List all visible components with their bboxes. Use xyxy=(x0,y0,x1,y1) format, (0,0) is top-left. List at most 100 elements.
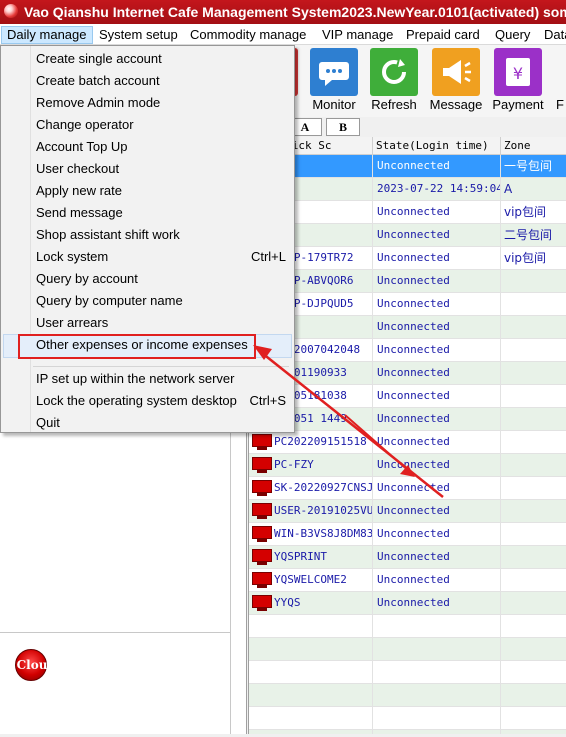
app-icon xyxy=(4,4,18,18)
menu-commodity-manage[interactable]: Commodity manage xyxy=(185,26,311,44)
menu-item-remove-admin-mode[interactable]: Remove Admin mode xyxy=(3,92,292,114)
cloud-logo[interactable]: Clou xyxy=(15,649,47,681)
menu-item-shortcut: Ctrl+S xyxy=(249,393,286,408)
menu-item-label: Create single account xyxy=(36,51,162,66)
menu-item-lock-system[interactable]: Lock system Ctrl+L xyxy=(3,246,292,268)
state-cell: Unconnected xyxy=(373,592,501,615)
menu-item-label: Query by account xyxy=(36,271,138,286)
menu-item-label: Send message xyxy=(36,205,123,220)
table-row[interactable]: YQSWELCOME2 Unconnected xyxy=(249,569,566,592)
menu-bar: Daily manage System setup Commodity mana… xyxy=(0,24,566,45)
menu-item-apply-new-rate[interactable]: Apply new rate xyxy=(3,180,292,202)
empty-row xyxy=(249,661,566,684)
state-cell: Unconnected xyxy=(373,270,501,293)
table-row[interactable]: SK-20220927CNSJ Unconnected xyxy=(249,477,566,500)
state-cell: Unconnected xyxy=(373,408,501,431)
table-row[interactable]: YYQS Unconnected xyxy=(249,592,566,615)
table-row[interactable]: PC202209151518 Unconnected xyxy=(249,431,566,454)
menu-item-create-batch-account[interactable]: Create batch account xyxy=(3,70,292,92)
menu-item-change-operator[interactable]: Change operator xyxy=(3,114,292,136)
monitor-button[interactable]: Monitor xyxy=(304,45,364,117)
table-row[interactable]: USER-20191025VU Unconnected xyxy=(249,500,566,523)
menu-item-lock-the-operating-system-desktop[interactable]: Lock the operating system desktop Ctrl+S xyxy=(3,390,292,412)
toolbar-button-cut[interactable]: F xyxy=(550,45,566,117)
table-row[interactable]: 2022007042048 Unconnected xyxy=(249,339,566,362)
menu-item-shop-assistant-shift-work[interactable]: Shop assistant shift work xyxy=(3,224,292,246)
menu-item-user-arrears[interactable]: User arrears xyxy=(3,312,292,334)
column-header-state[interactable]: State(Login time) xyxy=(373,137,501,155)
state-cell: Unconnected xyxy=(373,500,501,523)
table-row[interactable]: KTOP-179TR72 Unconnected vip包间 xyxy=(249,247,566,270)
menu-item-ip-set-up-within-the-network-server[interactable]: IP set up within the network server xyxy=(3,368,292,390)
message-button[interactable]: Message xyxy=(426,45,486,117)
column-header-zone[interactable]: Zone xyxy=(501,137,566,155)
table-row[interactable]: KTOP-DJPQUD5 Unconnected xyxy=(249,293,566,316)
zone-cell xyxy=(501,362,566,385)
zone-cell xyxy=(501,293,566,316)
state-cell: Unconnected xyxy=(373,362,501,385)
zone-cell: vip包间 xyxy=(501,201,566,224)
menu-item-label: IP set up within the network server xyxy=(36,371,235,386)
table-row[interactable]: WIN-B3VS8J8DM83 Unconnected xyxy=(249,523,566,546)
menu-item-query-by-computer-name[interactable]: Query by computer name xyxy=(3,290,292,312)
menu-item-send-message[interactable]: Send message xyxy=(3,202,292,224)
zone-cell xyxy=(501,454,566,477)
state-cell: Unconnected xyxy=(373,224,501,247)
computer-name-cell: PC202209151518 xyxy=(249,431,373,454)
annotation-highlight-box xyxy=(18,334,256,359)
table-row[interactable]: PC-FZY Unconnected xyxy=(249,454,566,477)
state-cell: Unconnected xyxy=(373,477,501,500)
state-cell: Unconnected xyxy=(373,523,501,546)
table-row[interactable]: 022051 1449 Unconnected xyxy=(249,408,566,431)
menu-item-label: User arrears xyxy=(36,315,109,330)
menu-item-quit[interactable]: Quit xyxy=(3,412,292,434)
table-row[interactable]: -PCUnconnected二号包间 xyxy=(249,224,566,247)
empty-row xyxy=(249,684,566,707)
menu-item-label: Create batch account xyxy=(36,73,160,88)
chat-bubble-icon xyxy=(310,48,358,96)
menu-item-account-top-up[interactable]: Account Top Up xyxy=(3,136,292,158)
table-row[interactable]: Unconnected vip包间 xyxy=(249,201,566,224)
menu-item-user-checkout[interactable]: User checkout xyxy=(3,158,292,180)
state-cell: Unconnected xyxy=(373,247,501,270)
left-panel: Clou xyxy=(0,432,247,734)
menu-vip-manage[interactable]: VIP manage xyxy=(317,26,398,44)
computer-name-cell: WIN-B3VS8J8DM83 xyxy=(249,523,373,546)
computer-list: me (Click Sc State(Login time) Zone Unco… xyxy=(248,137,566,734)
tab-b[interactable]: B xyxy=(326,118,360,136)
panel-scrollbar-track[interactable] xyxy=(230,432,231,734)
zone-tabs: A B xyxy=(248,117,566,137)
menu-daily-manage[interactable]: Daily manage xyxy=(1,26,93,44)
menu-item-label: Change operator xyxy=(36,117,134,132)
table-row[interactable]: 02101190933 Unconnected xyxy=(249,362,566,385)
zone-cell xyxy=(501,477,566,500)
state-cell: Unconnected xyxy=(373,454,501,477)
refresh-button[interactable]: Refresh xyxy=(364,45,424,117)
cloud-logo-text: Clou xyxy=(16,658,48,672)
zone-cell xyxy=(501,316,566,339)
zone-cell xyxy=(501,546,566,569)
state-cell: Unconnected xyxy=(373,293,501,316)
zone-cell xyxy=(501,569,566,592)
menu-system-setup[interactable]: System setup xyxy=(94,26,183,44)
zone-cell: 一号包间 xyxy=(501,155,566,178)
menu-query[interactable]: Query xyxy=(490,26,535,44)
menu-item-create-single-account[interactable]: Create single account xyxy=(3,48,292,70)
menu-data[interactable]: Data xyxy=(539,26,566,44)
table-row[interactable]: YQSPRINT Unconnected xyxy=(249,546,566,569)
yen-card-icon: ¥ xyxy=(494,48,542,96)
state-cell: Unconnected xyxy=(373,546,501,569)
menu-item-label: Query by computer name xyxy=(36,293,183,308)
table-row[interactable]: 02205181038 Unconnected xyxy=(249,385,566,408)
panel-divider xyxy=(0,632,230,633)
table-row[interactable]: Unconnected 一号包间 xyxy=(249,155,566,178)
table-row[interactable]: Unconnected xyxy=(249,316,566,339)
payment-button[interactable]: ¥ Payment xyxy=(488,45,548,117)
state-cell: 2023-07-22 14:59:04 xyxy=(373,178,501,201)
menu-prepaid-card[interactable]: Prepaid card xyxy=(401,26,485,44)
table-row[interactable]: KTOP-ABVQOR6 Unconnected xyxy=(249,270,566,293)
state-cell: Unconnected xyxy=(373,316,501,339)
menu-item-query-by-account[interactable]: Query by account xyxy=(3,268,292,290)
state-cell: Unconnected xyxy=(373,201,501,224)
table-row[interactable]: ELL2023-07-22 14:59:04A xyxy=(249,178,566,201)
